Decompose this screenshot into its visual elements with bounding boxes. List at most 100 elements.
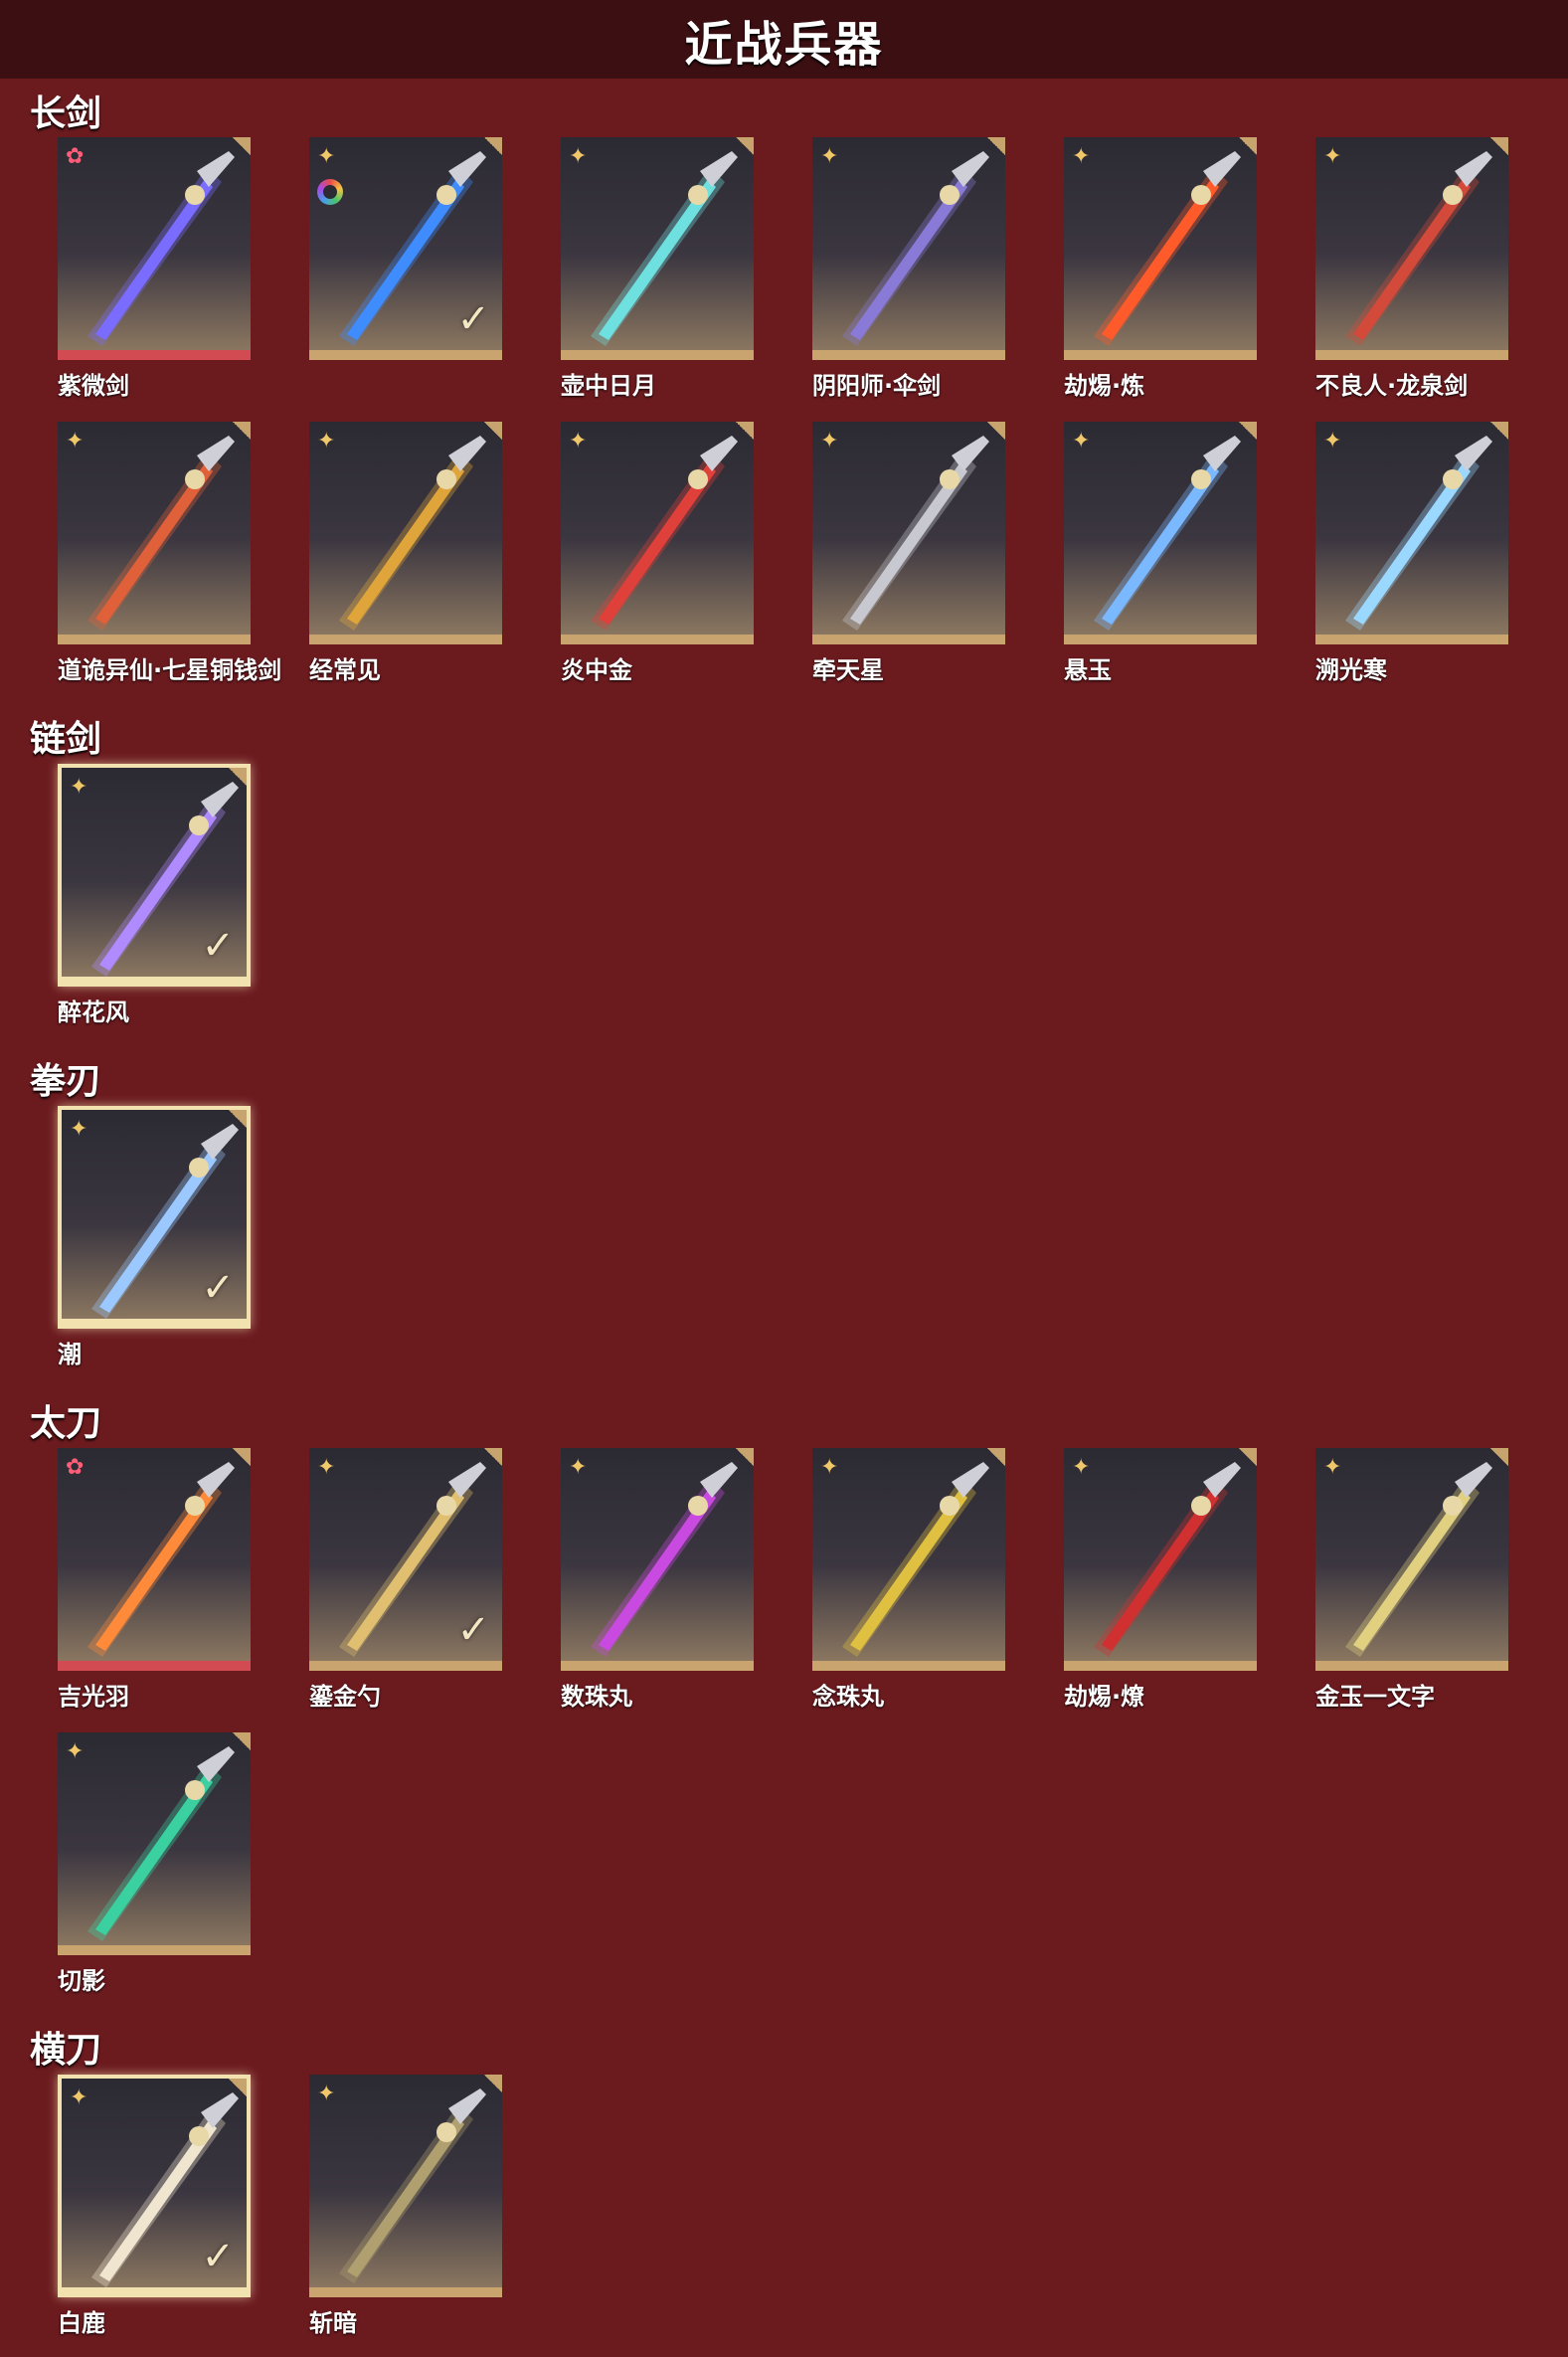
- star-rank-icon: ✦: [1323, 144, 1342, 169]
- star-rank-icon: ✦: [1323, 1455, 1342, 1480]
- weapon-card[interactable]: ✦ 悬玉: [1064, 422, 1257, 685]
- star-rank-icon: ✦: [1072, 1455, 1091, 1480]
- weapon-tile[interactable]: ✿: [58, 137, 251, 360]
- weapon-card[interactable]: ✦ 溯光寒: [1315, 422, 1508, 685]
- weapon-tile[interactable]: ✦: [812, 137, 1005, 360]
- weapon-tile[interactable]: ✦: [1064, 1448, 1257, 1671]
- weapon-tile[interactable]: ✦: [58, 1732, 251, 1955]
- star-rank-icon: ✦: [1323, 429, 1342, 453]
- weapon-name: 斩暗: [309, 2309, 357, 2337]
- weapon-tile[interactable]: ✦: [561, 137, 754, 360]
- weapon-card[interactable]: ✿ 紫微剑: [58, 137, 251, 401]
- weapon-image: [87, 151, 235, 346]
- weapon-name: 牵天星: [812, 656, 884, 684]
- star-rank-icon: ✦: [569, 1455, 588, 1480]
- weapon-card[interactable]: ✦ 切影: [58, 1732, 251, 1996]
- weapon-image: [339, 436, 486, 631]
- weapon-name: 阴阳师·伞剑: [812, 372, 942, 400]
- weapon-image: [339, 2088, 486, 2283]
- star-rank-icon: ✦: [66, 1739, 85, 1764]
- star-rank-icon: ✦: [66, 429, 85, 453]
- weapon-tile[interactable]: ✦: [1064, 422, 1257, 644]
- weapon-name: 壶中日月: [561, 372, 656, 400]
- star-rank-icon: ✦: [317, 1455, 336, 1480]
- section-title: 链剑: [30, 719, 102, 760]
- weapon-card[interactable]: ✦ 道诡异仙·七星铜钱剑: [58, 422, 281, 685]
- corner-marker-icon: [233, 1732, 251, 1750]
- corner-marker-icon: [987, 1448, 1005, 1466]
- weapon-card[interactable]: ✦ 劫焬·燎: [1064, 1448, 1257, 1712]
- weapon-card[interactable]: ✦ 牵天星: [812, 422, 1005, 685]
- weapon-tile[interactable]: ✦: [1315, 422, 1508, 644]
- weapon-name: 经常见: [309, 656, 381, 684]
- weapon-card[interactable]: ✦ 炎中金: [561, 422, 754, 685]
- corner-marker-icon: [736, 422, 754, 440]
- weapon-tile[interactable]: ✦: [1315, 1448, 1508, 1671]
- weapon-name: 紫微剑: [58, 372, 129, 400]
- weapon-image: [591, 151, 738, 346]
- weapon-tile[interactable]: ✦: [812, 422, 1005, 644]
- weapon-card[interactable]: ✦ ✓: [309, 137, 502, 366]
- weapon-card[interactable]: ✦ 劫焬·炼: [1064, 137, 1257, 401]
- corner-marker-icon: [736, 1448, 754, 1466]
- weapon-image: [842, 436, 989, 631]
- weapon-name: 劫焬·炼: [1064, 372, 1145, 400]
- corner-marker-icon: [233, 137, 251, 155]
- weapon-card[interactable]: ✦ 经常见: [309, 422, 502, 685]
- weapon-tile[interactable]: ✦: [1315, 137, 1508, 360]
- weapon-tile[interactable]: ✦ ✓: [58, 2075, 251, 2297]
- weapon-tile[interactable]: ✦: [561, 422, 754, 644]
- weapon-image: [87, 436, 235, 631]
- star-rank-icon: ✦: [820, 1455, 839, 1480]
- section-title: 横刀: [30, 2030, 102, 2071]
- weapon-tile[interactable]: ✦: [309, 422, 502, 644]
- owned-check-icon: ✓: [201, 2234, 235, 2279]
- owned-check-icon: ✓: [201, 1265, 235, 1311]
- weapon-image: [1094, 151, 1241, 346]
- corner-marker-icon: [484, 137, 502, 155]
- weapon-name: 吉光羽: [58, 1683, 129, 1711]
- weapon-name: 金玉一文字: [1315, 1683, 1435, 1711]
- weapon-tile[interactable]: ✦: [1064, 137, 1257, 360]
- corner-marker-icon: [484, 2075, 502, 2092]
- corner-marker-icon: [1239, 137, 1257, 155]
- weapon-image: [1094, 1462, 1241, 1657]
- star-rank-icon: ✦: [569, 429, 588, 453]
- weapon-tile[interactable]: ✿: [58, 1448, 251, 1671]
- weapon-tile[interactable]: ✦: [561, 1448, 754, 1671]
- star-rank-icon: ✦: [317, 2082, 336, 2106]
- weapon-image: [842, 1462, 989, 1657]
- star-rank-icon: ✦: [1072, 429, 1091, 453]
- weapon-image: [591, 436, 738, 631]
- weapon-card[interactable]: ✦ 数珠丸: [561, 1448, 754, 1712]
- weapon-name: 念珠丸: [812, 1683, 884, 1711]
- weapon-image: [1345, 151, 1492, 346]
- weapon-image: [1345, 436, 1492, 631]
- weapon-tile[interactable]: ✦ ✓: [58, 764, 251, 987]
- weapon-image: [87, 1462, 235, 1657]
- corner-marker-icon: [229, 2079, 247, 2096]
- weapon-tile[interactable]: ✦ ✓: [309, 1448, 502, 1671]
- weapon-tile[interactable]: ✦: [58, 422, 251, 644]
- owned-check-icon: ✓: [456, 296, 490, 342]
- weapon-name: 悬玉: [1064, 656, 1112, 684]
- weapon-card[interactable]: ✦ 阴阳师·伞剑: [812, 137, 1005, 401]
- weapon-card[interactable]: ✦ 念珠丸: [812, 1448, 1005, 1712]
- weapon-card[interactable]: ✦ ✓ 醉花风: [58, 764, 251, 1027]
- weapon-card[interactable]: ✦ 金玉一文字: [1315, 1448, 1508, 1712]
- weapon-card[interactable]: ✦ ✓ 白鹿: [58, 2075, 251, 2338]
- weapon-card[interactable]: ✦ 壶中日月: [561, 137, 754, 401]
- weapon-name: 切影: [58, 1967, 105, 1995]
- weapon-image: [591, 1462, 738, 1657]
- weapon-card[interactable]: ✿ 吉光羽: [58, 1448, 251, 1712]
- weapon-tile[interactable]: ✦ ✓: [58, 1106, 251, 1329]
- weapon-tile[interactable]: ✦: [309, 2075, 502, 2297]
- weapon-tile[interactable]: ✦: [812, 1448, 1005, 1671]
- weapon-tile[interactable]: ✦ ✓: [309, 137, 502, 360]
- section-title: 拳刃: [30, 1061, 102, 1102]
- weapon-name: 醉花风: [58, 998, 129, 1026]
- weapon-card[interactable]: ✦ ✓ 鎏金勺: [309, 1448, 502, 1712]
- weapon-card[interactable]: ✦ 斩暗: [309, 2075, 502, 2338]
- weapon-card[interactable]: ✦ 不良人·龙泉剑: [1315, 137, 1508, 401]
- weapon-card[interactable]: ✦ ✓ 潮: [58, 1106, 251, 1369]
